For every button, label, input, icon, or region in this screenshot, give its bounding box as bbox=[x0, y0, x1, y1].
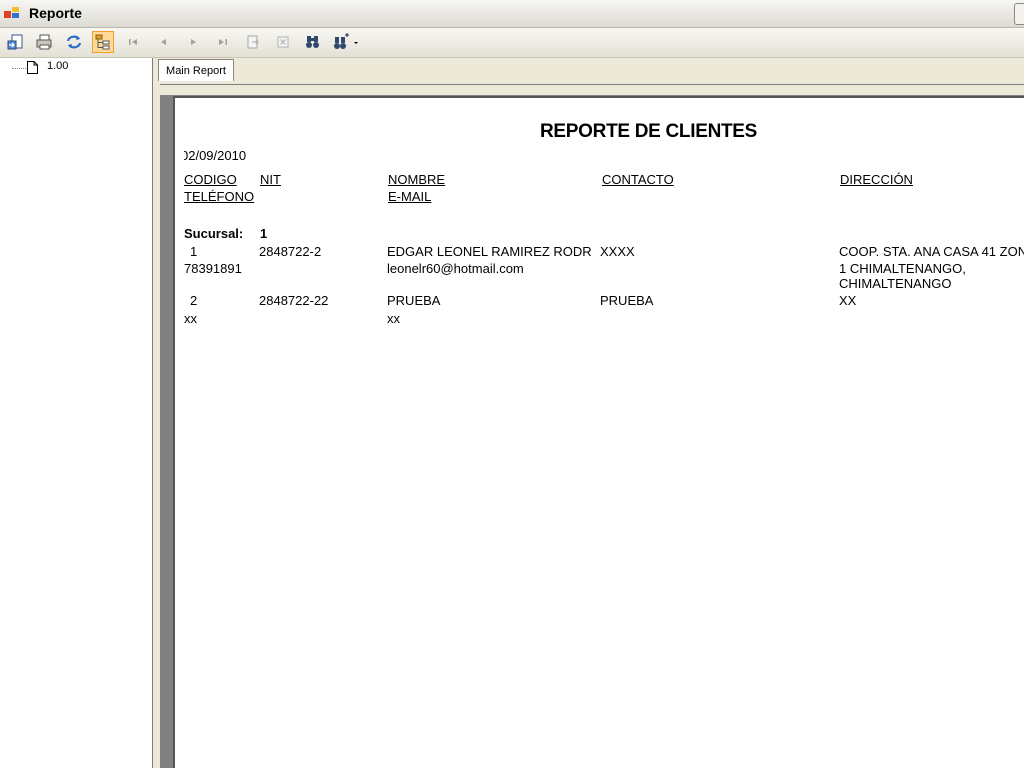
print-icon bbox=[36, 34, 52, 50]
row2-nombre: PRUEBA bbox=[387, 293, 441, 308]
close-view-icon bbox=[277, 36, 289, 48]
header-direccion: DIRECCIÓN bbox=[840, 172, 913, 187]
row1-email: leonelr60@hotmail.com bbox=[387, 261, 524, 276]
header-codigo: CODIGO bbox=[184, 172, 237, 187]
first-page-icon bbox=[129, 39, 137, 45]
row2-codigo: 2 bbox=[190, 293, 198, 308]
tab-main-report[interactable]: Main Report bbox=[158, 59, 234, 81]
page-node-icon bbox=[27, 61, 38, 74]
next-page-button[interactable] bbox=[182, 31, 204, 53]
group-tree-panel bbox=[0, 58, 153, 768]
prev-page-button[interactable] bbox=[152, 31, 174, 53]
row1-telefono: 78391891 bbox=[184, 261, 242, 276]
toggle-tree-icon bbox=[95, 34, 110, 50]
row1-direccion-line3: CHIMALTENANGO bbox=[839, 276, 952, 291]
row1-nit: 2848722-2 bbox=[259, 244, 322, 259]
toggle-tree-button[interactable] bbox=[92, 31, 114, 53]
group-label: Sucursal: bbox=[184, 226, 244, 241]
group-value: 1 bbox=[260, 226, 268, 241]
tree-node-label[interactable]: 1.00 bbox=[47, 60, 68, 72]
search-icon bbox=[306, 36, 319, 48]
report-date: 02/09/2010 bbox=[184, 148, 256, 163]
goto-page-icon bbox=[247, 35, 259, 49]
report-title: REPORTE DE CLIENTES bbox=[540, 121, 758, 142]
row1-codigo: 1 bbox=[190, 244, 198, 259]
row1-direccion-line2: 1 CHIMALTENANGO, bbox=[839, 261, 966, 276]
row1-direccion-line1: COOP. STA. ANA CASA 41 ZONA bbox=[839, 244, 1024, 259]
row2-nit: 2848722-22 bbox=[259, 293, 329, 308]
zoom-dropdown-button[interactable] bbox=[332, 31, 362, 53]
refresh-button[interactable] bbox=[63, 31, 85, 53]
stop-button[interactable] bbox=[272, 31, 294, 53]
report-page bbox=[173, 96, 1024, 768]
last-page-button[interactable] bbox=[212, 31, 234, 53]
window-title: Reporte bbox=[29, 5, 82, 21]
header-telefono: TELÉFONO bbox=[184, 189, 255, 204]
first-page-button[interactable] bbox=[122, 31, 144, 53]
header-nombre: NOMBRE bbox=[388, 172, 446, 187]
row2-direccion: XX bbox=[839, 293, 857, 308]
row1-nombre: EDGAR LEONEL RAMIREZ RODRIGUEZ bbox=[387, 244, 591, 259]
row1-contacto: XXXX bbox=[600, 244, 635, 259]
viewport-margin bbox=[160, 84, 1024, 95]
goto-page-button[interactable] bbox=[242, 31, 264, 53]
row2-telefono: xx bbox=[184, 311, 197, 326]
title-bar: Reporte bbox=[0, 0, 1024, 28]
print-button[interactable] bbox=[33, 31, 55, 53]
tab-strip bbox=[154, 58, 1024, 83]
header-contacto: CONTACTO bbox=[602, 172, 674, 187]
zoom-icon bbox=[334, 33, 358, 49]
prev-page-icon bbox=[161, 39, 166, 45]
report-date-text: 02/09/2010 bbox=[184, 148, 247, 163]
last-page-icon bbox=[219, 39, 227, 45]
row2-contacto: PRUEBA bbox=[600, 293, 654, 308]
app-icon bbox=[4, 7, 19, 18]
header-nit: NIT bbox=[260, 172, 281, 187]
refresh-icon bbox=[66, 35, 82, 49]
row2-email: xx bbox=[387, 311, 400, 326]
report-toolbar bbox=[0, 28, 1024, 58]
tree-connector bbox=[12, 68, 26, 70]
next-page-icon bbox=[191, 39, 196, 45]
header-email: E-MAIL bbox=[388, 189, 432, 204]
export-icon bbox=[7, 34, 23, 50]
export-button[interactable] bbox=[4, 31, 26, 53]
search-button[interactable] bbox=[302, 31, 324, 53]
window-control-button[interactable] bbox=[1014, 3, 1024, 25]
